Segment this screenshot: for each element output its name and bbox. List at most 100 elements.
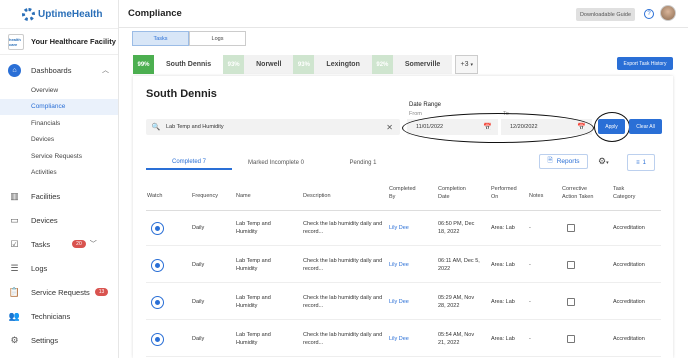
sidebar-item-label: Logs — [31, 263, 48, 273]
facility-selector[interactable]: health care Your Healthcare Facility — [0, 28, 118, 55]
sidebar-item-label: Service Requests — [31, 287, 90, 297]
col-frequency[interactable]: Frequency — [192, 193, 218, 201]
col-corrective-action[interactable]: Corrective Action Taken — [562, 186, 593, 201]
tab-logs[interactable]: Logs — [189, 31, 246, 46]
col-task-category[interactable]: Task Category — [613, 186, 635, 201]
cell-line: Humidity — [236, 265, 258, 272]
cell-line: Humidity — [236, 339, 258, 346]
checklist-icon: ☑ — [10, 238, 19, 249]
search-value: Lab Temp and Humidity — [166, 124, 224, 130]
sidebar-item-label: Dashboards — [31, 65, 72, 75]
location-tab-south-dennis[interactable]: 99% South Dennis — [133, 55, 224, 74]
col-notes[interactable]: Notes — [529, 193, 543, 201]
sidebar-subitem-financials[interactable]: Financials — [0, 115, 118, 132]
cell-completed-by[interactable]: Lily Dee — [389, 336, 409, 344]
cell-completed-by[interactable]: Lily Dee — [389, 262, 409, 270]
downloadable-guide-button[interactable]: Downloadable Guide — [576, 8, 635, 21]
cell-line: 05:54 AM, Nov — [438, 332, 475, 338]
col-name[interactable]: Name — [236, 193, 251, 201]
sidebar-subitem-service-requests[interactable]: Service Requests — [0, 148, 118, 165]
sidebar-item-facilities[interactable]: ▥ Facilities — [0, 184, 118, 208]
tab-tasks[interactable]: Tasks — [132, 31, 189, 46]
reports-button[interactable]: 🗎 Reports — [539, 154, 588, 169]
cell-notes: - — [529, 262, 531, 268]
avatar[interactable] — [660, 5, 676, 21]
header: Compliance Downloadable Guide ? — [119, 0, 688, 28]
more-locations-dropdown[interactable]: +3 ▾ — [455, 55, 479, 74]
col-completion-date[interactable]: Completion Date — [438, 186, 466, 201]
chevron-up-icon[interactable]: ︿ — [102, 65, 109, 75]
sidebar-subitem-overview[interactable]: Overview — [0, 82, 118, 99]
help-icon[interactable]: ? — [644, 9, 654, 19]
column-settings-icon[interactable]: ⚙▾ — [598, 156, 609, 167]
sidebar-item-logs[interactable]: ☰ Logs — [0, 256, 118, 280]
table-row[interactable]: Daily Lab Temp and Humidity Check the la… — [146, 248, 661, 283]
cell-name: Lab Temp and Humidity — [236, 221, 271, 236]
more-locations-count: +3 — [460, 61, 469, 68]
subtab-completed[interactable]: Completed 7 — [146, 156, 232, 170]
cell-completed-by[interactable]: Lily Dee — [389, 225, 409, 233]
corrective-action-checkbox[interactable] — [567, 335, 575, 343]
watch-eye-icon[interactable] — [151, 296, 164, 309]
sidebar-item-label: Tasks — [31, 239, 51, 249]
location-name: Norwell — [256, 61, 282, 68]
reports-label: Reports — [556, 158, 580, 165]
sidebar-item-dashboards[interactable]: ⌂ Dashboards ︿ — [0, 58, 118, 82]
chevron-down-icon[interactable]: ﹀ — [90, 239, 97, 249]
cell-line: Humidity — [236, 302, 258, 309]
sidebar-subitem-devices[interactable]: Devices — [0, 132, 118, 149]
sidebar-item-settings[interactable]: ⚙ Settings — [0, 328, 118, 352]
sidebar-subitem-activities[interactable]: Activities — [0, 165, 118, 182]
cell-completion-date: 06:11 AM, Dec 5, 2022 — [438, 258, 480, 273]
cell-name: Lab Temp and Humidity — [236, 258, 271, 273]
location-tab-somerville[interactable]: 92% Somerville — [371, 55, 453, 74]
corrective-action-checkbox[interactable] — [567, 298, 575, 306]
cell-line: record... — [303, 265, 324, 272]
col-performed-on[interactable]: Performed On — [491, 186, 517, 201]
table-row[interactable]: Daily Lab Temp and Humidity Check the la… — [146, 211, 661, 246]
table-row[interactable]: Daily Lab Temp and Humidity Check the la… — [146, 322, 661, 357]
app-logo[interactable]: UptimeHealth — [0, 0, 118, 28]
location-percent: 99% — [133, 55, 154, 74]
sidebar-item-service-requests[interactable]: 📋 Service Requests 13 — [0, 280, 118, 304]
corrective-action-checkbox[interactable] — [567, 261, 575, 269]
search-input[interactable]: 🔍 Lab Temp and Humidity ✕ — [146, 119, 400, 135]
building-icon: ▥ — [10, 190, 19, 201]
sidebar-item-technicians[interactable]: 👥 Technicians — [0, 304, 118, 328]
watch-eye-icon[interactable] — [151, 222, 164, 235]
cell-frequency: Daily — [192, 225, 205, 231]
location-tab-lexington[interactable]: 93% Lexington — [293, 55, 372, 74]
gear-icon: ⚙ — [10, 334, 19, 345]
col-description[interactable]: Description — [303, 193, 331, 201]
corrective-action-checkbox[interactable] — [567, 224, 575, 232]
watch-eye-icon[interactable] — [151, 333, 164, 346]
cell-completed-by[interactable]: Lily Dee — [389, 299, 409, 307]
page-title: Compliance — [128, 8, 182, 19]
clear-search-icon[interactable]: ✕ — [386, 123, 393, 132]
location-tab-norwell[interactable]: 93% Norwell — [223, 55, 294, 74]
col-label: Task — [613, 186, 625, 192]
clear-all-button[interactable]: Clear All — [629, 119, 662, 134]
filter-button[interactable]: ≡ 1 — [627, 154, 655, 171]
cell-line: Lab Temp and — [236, 221, 271, 227]
cell-line: 06:11 AM, Dec 5, — [438, 258, 480, 264]
col-watch[interactable]: Watch — [147, 193, 162, 201]
export-task-history-button[interactable]: Export Task History — [617, 57, 673, 70]
subtab-pending[interactable]: Pending 1 — [320, 156, 406, 170]
col-label: Date — [438, 193, 450, 200]
watch-eye-icon[interactable] — [151, 259, 164, 272]
facility-logo: health care — [8, 33, 24, 50]
sidebar-item-devices[interactable]: ▭ Devices — [0, 208, 118, 232]
search-icon: 🔍 — [151, 124, 161, 131]
cell-line: Check the lab humidity daily and — [303, 221, 383, 227]
date-range-label: Date Range — [409, 102, 442, 108]
cell-performed-on: Area: Lab — [491, 262, 515, 268]
subtab-marked-incomplete[interactable]: Marked Incomplete 0 — [232, 156, 320, 170]
sidebar-subitem-compliance[interactable]: Compliance — [0, 98, 118, 115]
table-row[interactable]: Daily Lab Temp and Humidity Check the la… — [146, 285, 661, 320]
col-completed-by[interactable]: Completed By — [389, 186, 416, 201]
brand-name: UptimeHealth — [38, 8, 103, 20]
sidebar-item-tasks[interactable]: ☑ Tasks 20 ﹀ — [0, 232, 118, 256]
cell-category: Accreditation — [613, 262, 645, 268]
cell-line: 06:50 PM, Dec — [438, 221, 475, 227]
